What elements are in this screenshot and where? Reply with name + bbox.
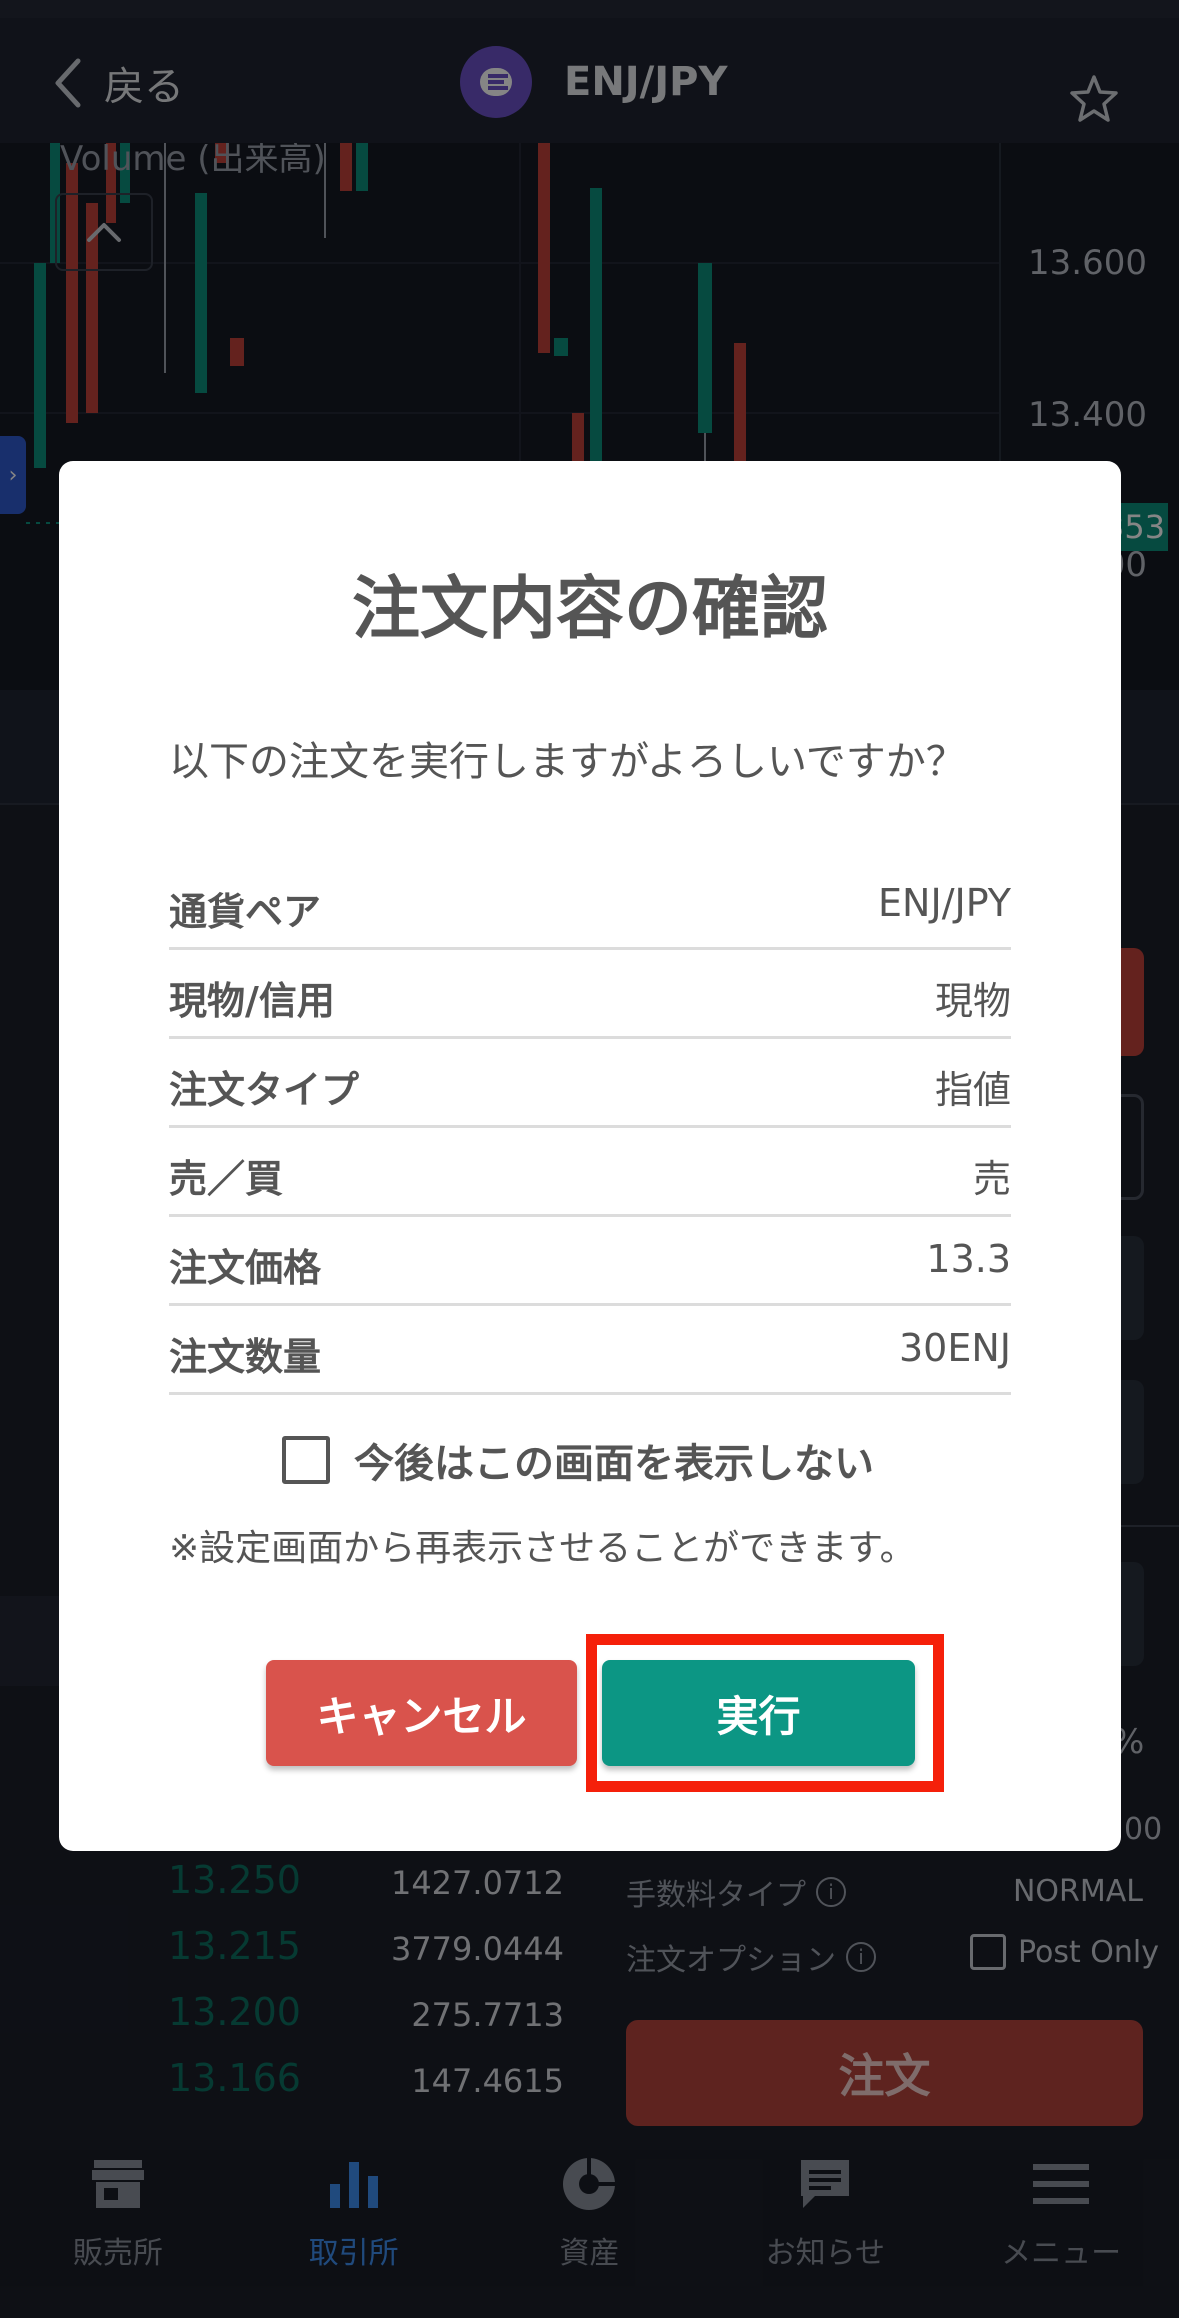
dialog-question: 以下の注文を実行しますがよろしいですか？	[169, 739, 966, 785]
row-label: 注文価格	[169, 1246, 322, 1290]
detail-row-side: 売／買 売	[169, 1128, 1011, 1217]
row-value: 13.3	[926, 1237, 1011, 1281]
detail-row-pair: 通貨ペア ENJ/JPY	[169, 861, 1011, 950]
dont-show-again-checkbox[interactable]: 今後はこの画面を表示しない	[282, 1431, 874, 1489]
detail-row-account-type: 現物/信用 現物	[169, 950, 1011, 1039]
detail-row-order-type: 注文タイプ 指値	[169, 1039, 1011, 1128]
order-confirm-dialog: 注文内容の確認 以下の注文を実行しますがよろしいですか？ 通貨ペア ENJ/JP…	[59, 461, 1121, 1851]
settings-note: ※設定画面から再表示させることができます。	[169, 1528, 916, 1569]
dialog-title: 注文内容の確認	[351, 570, 828, 649]
row-value: 30ENJ	[899, 1326, 1011, 1370]
dont-show-again-label: 今後はこの画面を表示しない	[354, 1441, 874, 1487]
detail-row-quantity: 注文数量 30ENJ	[169, 1306, 1011, 1395]
row-value: ENJ/JPY	[878, 881, 1011, 925]
row-value: 現物	[934, 979, 1011, 1023]
row-label: 売／買	[169, 1157, 284, 1201]
row-label: 通貨ペア	[169, 890, 322, 934]
checkbox-icon[interactable]	[282, 1436, 330, 1484]
row-label: 注文数量	[169, 1335, 322, 1379]
detail-row-price: 注文価格 13.3	[169, 1217, 1011, 1306]
row-label: 現物/信用	[169, 979, 335, 1023]
execute-button[interactable]: 実行	[602, 1660, 915, 1766]
row-label: 注文タイプ	[169, 1068, 360, 1112]
row-value: 売	[972, 1157, 1011, 1201]
cancel-button[interactable]: キャンセル	[266, 1660, 577, 1766]
row-value: 指値	[934, 1068, 1011, 1112]
